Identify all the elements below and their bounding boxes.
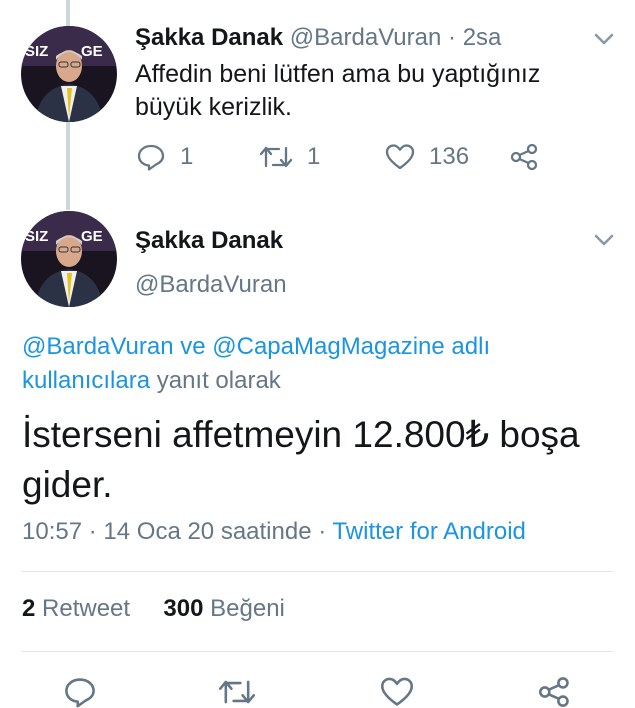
handle[interactable]: @BardaVuran [290,24,442,51]
tweet-time: 10:57 [22,518,83,545]
reply-button[interactable]: 1 [136,143,193,171]
relative-time[interactable]: 2sa [463,24,502,51]
reply-icon[interactable] [63,676,97,708]
separator: · [448,24,457,51]
share-icon[interactable] [538,676,572,708]
tweet-text: İsterseni affetmeyin 12.800₺ boşa gider. [22,414,580,505]
avatar-caption-right: GE [81,228,103,245]
avatar-caption-right: GE [81,43,103,60]
retweet-total: 2 [22,595,36,622]
retweet-count: 1 [307,143,321,170]
display-name[interactable]: Şakka Danak [135,24,283,51]
tweet-date: 14 Oca 20 saatinde [103,518,312,545]
retweet-label: Retweet [42,595,131,622]
timestamp-line: 10:57 · 14 Oca 20 saatinde · Twitter for… [22,518,526,546]
chevron-down-icon[interactable] [594,32,614,46]
heart-icon[interactable] [380,676,414,708]
engagement-stats: 2 Retweet 300 Beğeni [22,595,285,623]
connector-text: ve [180,333,206,360]
avatar-caption-left: SIZ [25,228,48,245]
like-count: 136 [429,143,470,170]
separator: · [88,518,97,545]
like-label: Beğeni [210,595,285,622]
share-icon [510,143,538,171]
chevron-down-icon[interactable] [594,233,614,247]
tweet-text: Affedin beni lütfen ama bu yaptığınız bü… [135,60,541,121]
display-name[interactable]: Şakka Danak [135,227,283,255]
like-total: 300 [163,595,204,622]
avatar[interactable]: SIZ GE [21,211,117,307]
avatar[interactable]: SIZ GE [21,26,117,122]
avatar-caption-left: SIZ [25,43,48,60]
reply-suffix: yanıt olarak [156,367,281,394]
reply-count: 1 [180,143,194,170]
reply-context: @BardaVuran ve @CapaMagMagazine adlı kul… [22,330,582,398]
retweet-button[interactable]: 1 [259,143,320,171]
divider [22,651,613,652]
divider [22,571,613,572]
handle[interactable]: @BardaVuran [135,271,287,299]
source-link[interactable]: Twitter for Android [332,518,525,545]
author-line: Şakka Danak @BardaVuran · 2sa [135,24,501,52]
mention-link[interactable]: @BardaVuran [22,333,174,360]
share-button[interactable] [510,143,540,171]
heart-icon [385,144,415,170]
separator: · [318,518,327,545]
like-button[interactable]: 136 [385,143,469,171]
reply-icon [137,144,165,171]
likes-stat[interactable]: 300 Beğeni [163,595,284,622]
retweets-stat[interactable]: 2 Retweet [22,595,130,622]
retweet-icon [259,146,293,168]
retweet-icon[interactable] [218,676,256,708]
